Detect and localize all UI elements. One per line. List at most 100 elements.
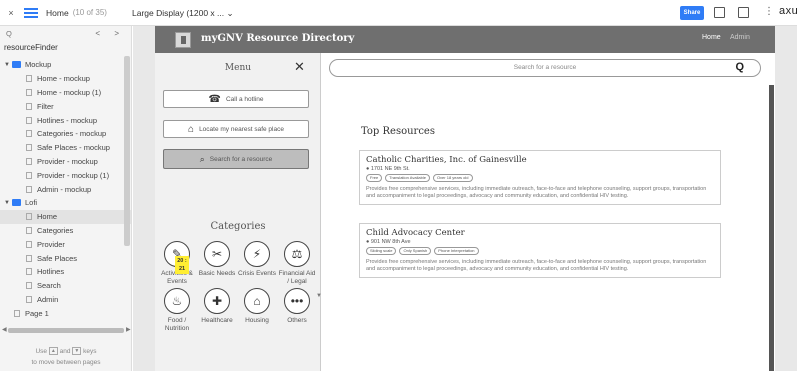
category-icon: ♨ — [164, 288, 190, 314]
notes-icon[interactable] — [714, 7, 725, 18]
search-icon[interactable]: Q — [6, 29, 12, 38]
resource-tag: Over 18 years old — [432, 174, 473, 182]
categories-title: Categories — [210, 221, 266, 232]
resource-search-input[interactable]: Search for a resource Q — [329, 59, 761, 77]
resource-tag: Sliding scale — [366, 247, 397, 255]
keyboard-hint: Use ▲ and ▼ keys to move between pages — [0, 346, 132, 368]
locate-safe-place-button[interactable]: ⌂ Locate my nearest safe place — [163, 120, 309, 138]
tree-label: Search — [37, 281, 61, 291]
tree-page[interactable]: Categories — [0, 224, 131, 238]
page-icon — [26, 282, 32, 290]
menu-close-icon[interactable]: ✕ — [294, 59, 305, 75]
nav-admin[interactable]: Admin — [730, 34, 750, 41]
tree-label: Admin - mockup — [37, 184, 92, 194]
pages-scrollbar[interactable] — [124, 56, 130, 246]
page-nav-arrows[interactable]: < > — [95, 29, 125, 38]
search-placeholder: Search for a resource — [513, 64, 577, 71]
tree-folder[interactable]: ▼ Mockup — [0, 58, 131, 72]
resource-tag: Translation Available — [385, 174, 430, 182]
resource-name[interactable]: Catholic Charities, Inc. of Gainesville — [366, 155, 714, 165]
app-logo[interactable] — [175, 32, 191, 48]
caret-down-icon[interactable]: ▼ — [4, 62, 12, 68]
caret-down-icon[interactable]: ▼ — [4, 200, 12, 206]
category-item[interactable]: ✚ Healthcare — [197, 288, 237, 325]
category-icon: ⚖ — [284, 241, 310, 267]
tree-label: Home — [37, 212, 58, 222]
category-item[interactable]: ✎ 20 : 21 Activities & Events — [157, 241, 197, 286]
pages-horizontal-scrollbar[interactable] — [8, 328, 124, 333]
tree-page[interactable]: Provider — [0, 237, 131, 251]
nav-home[interactable]: Home — [702, 34, 721, 41]
close-icon[interactable]: × — [4, 8, 18, 18]
category-item[interactable]: ⚡ Crisis Events — [237, 241, 277, 278]
category-item[interactable]: ✂ Basic Needs — [197, 241, 237, 278]
tree-page[interactable]: Provider - mockup — [0, 155, 131, 169]
tree-page[interactable]: Home - mockup — [0, 72, 131, 86]
tree-label: Admin — [37, 294, 59, 304]
page-icon — [26, 213, 32, 221]
page-icon — [26, 240, 32, 248]
app-title: myGNV Resource Directory — [201, 33, 355, 44]
search-resource-button[interactable]: ⌕ Search for a resource — [163, 149, 309, 169]
tree-label: Filter — [37, 101, 54, 111]
tree-page[interactable]: Filter — [0, 99, 131, 113]
page-icon — [14, 309, 20, 317]
axure-logo: axure — [779, 5, 797, 17]
tree-page[interactable]: Hotlines - mockup — [0, 113, 131, 127]
top-toolbar: × Home (10 of 35) Large Display (1200 x … — [0, 0, 797, 26]
app-frame: myGNV Resource Directory Home Admin Menu… — [155, 26, 775, 371]
pages-search[interactable]: Q < > — [0, 26, 131, 40]
tree-folder[interactable]: ▼ Lofi — [0, 196, 131, 210]
folder-icon — [12, 199, 21, 207]
category-item[interactable]: ♨ Food / Nutrition — [157, 288, 197, 333]
tree-page[interactable]: Home - mockup (1) — [0, 86, 131, 100]
category-item[interactable]: ⌂ Housing — [237, 288, 277, 325]
category-glyph: ♨ — [171, 294, 183, 308]
resource-tag: Phone Interpretation — [434, 247, 479, 255]
resource-description: Provides free comprehensive services, in… — [366, 259, 707, 272]
scroll-right-icon[interactable]: ▶ — [126, 326, 131, 333]
tree-label: Mockup — [25, 60, 52, 70]
call-hotline-button[interactable]: ☎ Call a hotline — [163, 90, 309, 108]
share-button[interactable]: Share — [680, 6, 704, 20]
category-icon: ✂ — [204, 241, 230, 267]
current-page-name[interactable]: Home — [46, 8, 69, 18]
page-icon — [26, 75, 32, 83]
tree-page[interactable]: Hotlines — [0, 265, 131, 279]
tree-page[interactable]: Admin — [0, 293, 131, 307]
resource-card[interactable]: Catholic Charities, Inc. of Gainesville ●… — [359, 150, 721, 205]
safe-place-icon: ⌂ — [188, 123, 195, 135]
page-icon — [26, 157, 32, 165]
tree-page[interactable]: Home — [0, 209, 131, 224]
tree-page[interactable]: Admin - mockup — [0, 182, 131, 196]
search-icon: ⌕ — [199, 153, 205, 164]
tree-page[interactable]: Safe Places - mockup — [0, 141, 131, 155]
tree-page[interactable]: Page 1 — [0, 306, 131, 320]
pages-panel: Q < > resourceFinder ▼ Mockup Home - mocku… — [0, 26, 132, 371]
tree-page[interactable]: Categories - mockup — [0, 127, 131, 141]
folder-icon — [12, 61, 21, 69]
hamburger-menu-icon[interactable] — [24, 7, 38, 18]
magnifier-icon[interactable]: Q — [735, 59, 744, 75]
side-menu: Menu ✕ ☎ Call a hotline ⌂ Locate my near… — [155, 53, 322, 371]
category-label: Housing — [245, 317, 269, 324]
category-item[interactable]: ⚖ Financial Aid / Legal — [277, 241, 317, 286]
tree-page[interactable]: Provider - mockup (1) — [0, 168, 131, 182]
tree-page[interactable]: Search — [0, 279, 131, 293]
resource-description: Provides free comprehensive services, in… — [366, 186, 707, 199]
resource-card[interactable]: Child Advocacy Center ● 901 NW 8th Ave Sli… — [359, 223, 721, 278]
tree-page[interactable]: Safe Places — [0, 251, 131, 265]
resource-name[interactable]: Child Advocacy Center — [366, 228, 714, 238]
comments-icon[interactable] — [738, 7, 749, 18]
category-glyph: ⌂ — [253, 294, 261, 308]
more-options-icon[interactable]: ⋮ — [764, 6, 774, 17]
page-tree: ▼ Mockup Home - mockup Home - mockup (1) Fil… — [0, 58, 131, 320]
category-glyph: ⚡ — [252, 247, 262, 261]
tree-label: Safe Places - mockup — [37, 143, 110, 153]
device-size-dropdown[interactable]: Large Display (1200 x ... ⌄ — [132, 8, 234, 19]
scroll-left-icon[interactable]: ◀ — [2, 326, 7, 333]
main-scrollbar[interactable] — [769, 85, 774, 371]
category-item[interactable]: ••• Others — [277, 288, 317, 325]
resource-tag: Only Spanish — [399, 247, 432, 255]
page-icon — [26, 268, 32, 276]
